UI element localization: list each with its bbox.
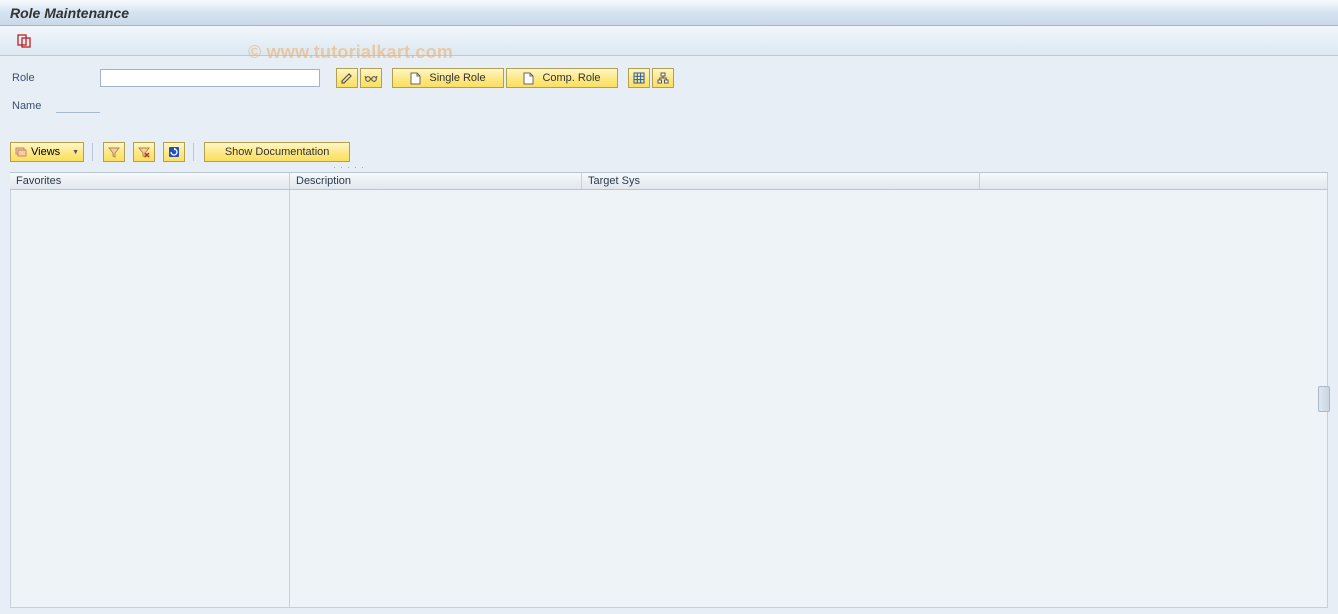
comp-role-label: Comp. Role [542,72,600,84]
stack-icon [15,146,27,158]
views-label: Views [31,146,60,158]
transport-button[interactable] [14,31,34,51]
page-icon [410,72,421,85]
comp-role-button[interactable]: Comp. Role [506,68,618,88]
main-pane[interactable] [290,190,1328,607]
misc-group [626,68,674,88]
separator [92,143,93,161]
views-button[interactable]: Views ▼ [10,142,84,162]
grid-body [10,190,1328,608]
funnel-icon [108,146,120,158]
grid-icon [633,72,645,84]
col-spacer [980,173,1328,189]
single-role-button[interactable]: Single Role [392,68,504,88]
filter-delete-button[interactable] [133,142,155,162]
vertical-scrollbar[interactable] [1318,386,1330,412]
display-button[interactable] [360,68,382,88]
show-documentation-button[interactable]: Show Documentation [204,142,350,162]
transport-icon [17,34,31,48]
show-documentation-label: Show Documentation [225,146,330,158]
create-single-group: Single Role Comp. Role [390,68,618,88]
where-used-button[interactable] [652,68,674,88]
edit-button[interactable] [336,68,358,88]
separator [193,143,194,161]
name-label: Name [12,100,56,112]
app-toolbar [0,26,1338,56]
page-icon [523,72,534,85]
favorites-pane[interactable] [10,190,290,607]
hierarchy-icon [657,72,669,84]
funnel-clear-icon [138,146,150,158]
filter-button[interactable] [103,142,125,162]
role-row: Role Single Role Comp. Role [12,66,1326,90]
col-description[interactable]: Description [290,173,582,189]
refresh-icon [168,146,180,158]
single-role-label: Single Role [429,72,485,84]
form-area: Role Single Role Comp. Role [0,56,1338,126]
transactions-button[interactable] [628,68,650,88]
name-value-underline [56,99,100,113]
chevron-down-icon: ▼ [72,149,79,156]
refresh-button[interactable] [163,142,185,162]
pencil-icon [341,72,353,84]
glasses-icon [364,73,378,83]
col-favorites[interactable]: Favorites [10,173,290,189]
title-bar: Role Maintenance [0,0,1338,26]
role-input[interactable] [100,69,320,87]
grid-header: Favorites Description Target Sys [10,172,1328,190]
role-label: Role [12,72,100,84]
page-title: Role Maintenance [10,5,129,21]
alv-toolbar: Views ▼ Show Documentation [0,126,1338,166]
col-target-sys[interactable]: Target Sys [582,173,980,189]
name-row: Name [12,94,1326,118]
role-action-group [334,68,382,88]
